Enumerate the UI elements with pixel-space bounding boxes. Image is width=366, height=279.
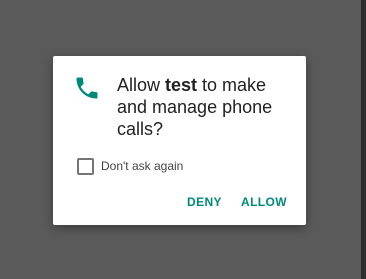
allow-button[interactable]: ALLOW [241, 195, 287, 209]
dont-ask-again-label: Don't ask again [101, 159, 184, 173]
deny-button[interactable]: DENY [187, 195, 222, 209]
message-prefix: Allow [117, 75, 166, 95]
dialog-message: Allow test to make and manage phone call… [117, 74, 297, 140]
screen-edge [361, 0, 366, 279]
permission-dialog: Allow test to make and manage phone call… [53, 56, 306, 225]
dont-ask-again-checkbox[interactable] [77, 157, 94, 175]
app-name: test [165, 75, 198, 95]
dont-ask-again-row[interactable]: Don't ask again [77, 157, 183, 175]
phone-icon [76, 77, 98, 99]
